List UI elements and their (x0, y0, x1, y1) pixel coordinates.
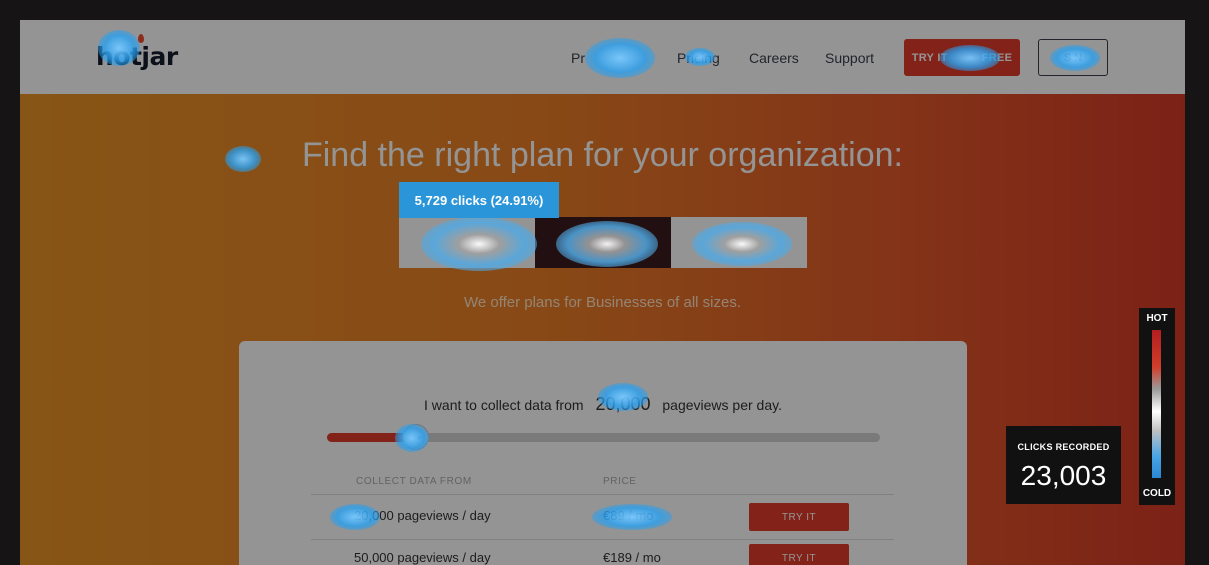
column-header-collect: COLLECT DATA FROM (356, 476, 472, 487)
try-it-button[interactable]: TRY IT (749, 544, 849, 565)
nav-product[interactable]: Pr (571, 50, 585, 66)
pageviews-value[interactable]: 20,000 (595, 394, 650, 414)
row-pageviews: 50,000 pageviews / day (354, 550, 491, 565)
sign-in-button[interactable]: S N (1038, 39, 1108, 76)
hotjar-logo[interactable]: hotjar (96, 42, 178, 71)
page-title: Find the right plan for your organizatio… (301, 136, 903, 174)
pageviews-sentence: I want to collect data from 20,000 pagev… (239, 394, 967, 415)
row-pageviews: 20,000 pageviews / day (354, 508, 491, 523)
try-button-label-end: FREE (981, 51, 1013, 64)
clicks-recorded-value: 23,003 (1020, 460, 1107, 491)
business-size-selector (399, 217, 807, 268)
legend-cold-label: COLD (1142, 488, 1172, 499)
try-free-button[interactable]: TRY IT FREE (904, 39, 1020, 76)
legend-color-scale (1152, 330, 1161, 478)
legend-hot-label: HOT (1146, 313, 1168, 324)
row-price: €89 / mo (603, 508, 654, 523)
segment-option-3[interactable] (671, 217, 807, 268)
nav-careers[interactable]: Careers (749, 50, 799, 66)
clicks-recorded-label: CLICKS RECORDED (1017, 442, 1110, 452)
row-divider (311, 494, 894, 495)
segment-option-1[interactable] (399, 217, 535, 268)
nav-pricing[interactable]: Pricing (677, 50, 720, 66)
collect-suffix: pageviews per day. (662, 397, 782, 413)
top-navigation: hotjar Pr Pricing Careers Support TRY IT… (20, 20, 1185, 94)
slider-handle[interactable]: ◂ ▸ (403, 424, 430, 450)
pricing-card: I want to collect data from 20,000 pagev… (239, 341, 967, 565)
column-header-price: PRICE (603, 476, 637, 487)
row-price: €189 / mo (603, 550, 661, 565)
try-button-label: TRY IT (911, 51, 948, 64)
heatmap-legend: HOT COLD (1139, 308, 1175, 505)
pageviews-slider[interactable]: ◂ ▸ (327, 424, 880, 450)
flame-icon (138, 34, 144, 43)
clicks-recorded-panel: CLICKS RECORDED 23,003 (1006, 426, 1121, 504)
page-subtitle: We offer plans for Businesses of all siz… (463, 294, 742, 311)
nav-support[interactable]: Support (825, 50, 874, 66)
click-count-tooltip: 5,729 clicks (24.91%) (399, 182, 559, 218)
slider-fill (327, 433, 416, 442)
row-divider (311, 539, 894, 540)
segment-option-2[interactable] (535, 217, 671, 268)
try-it-button[interactable]: TRY IT (749, 503, 849, 531)
collect-prefix: I want to collect data from (424, 397, 584, 413)
